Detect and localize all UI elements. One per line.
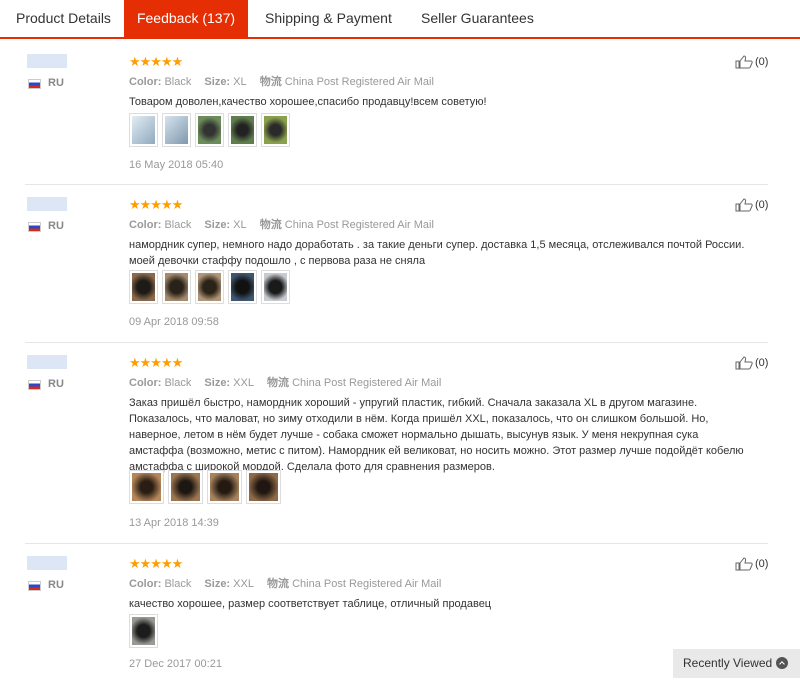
size-value: XL	[233, 76, 247, 88]
review-photos	[129, 470, 281, 504]
avatar	[27, 556, 67, 570]
avatar	[27, 197, 67, 211]
shipping-label: 物流	[267, 578, 290, 590]
tab-feedback[interactable]: Feedback (137)	[124, 0, 248, 37]
color-value: Black	[164, 377, 192, 389]
review-date: 13 Apr 2018 14:39	[129, 517, 219, 529]
review-meta: Color: Black Size: XXL 物流 China Post Reg…	[129, 374, 441, 390]
review-photo[interactable]	[261, 113, 290, 147]
like-count: (0)	[755, 357, 769, 369]
color-label: Color:	[129, 578, 162, 590]
avatar	[27, 54, 67, 68]
review-item: RU ★★★★★ Color: Black Size: XXL 物流 China…	[25, 343, 768, 544]
thumbs-up-icon	[735, 198, 753, 212]
review-item: RU ★★★★★ Color: Black Size: XL 物流 China …	[25, 42, 768, 185]
color-label: Color:	[129, 377, 162, 389]
russia-flag-icon	[28, 380, 41, 390]
color-value: Black	[164, 578, 192, 590]
review-photo[interactable]	[228, 270, 257, 304]
review-photo[interactable]	[162, 270, 191, 304]
shipping-value: China Post Registered Air Mail	[292, 377, 442, 389]
thumbs-up-icon	[735, 55, 753, 69]
tab-shipping-payment[interactable]: Shipping & Payment	[265, 0, 392, 37]
like-count: (0)	[755, 199, 769, 211]
shipping-value: China Post Registered Air Mail	[284, 219, 434, 231]
review-photo[interactable]	[129, 270, 158, 304]
review-photo[interactable]	[168, 470, 203, 504]
thumbs-up-icon	[735, 557, 753, 571]
shipping-value: China Post Registered Air Mail	[284, 76, 434, 88]
avatar	[27, 355, 67, 369]
thumbs-up-icon	[735, 356, 753, 370]
review-photo[interactable]	[129, 614, 158, 648]
russia-flag-icon	[28, 222, 41, 232]
review-photos	[129, 113, 290, 147]
recently-viewed-button[interactable]: Recently Viewed	[673, 649, 800, 678]
shipping-label: 物流	[259, 219, 282, 231]
review-photos	[129, 614, 158, 648]
review-item: RU ★★★★★ Color: Black Size: XL 物流 China …	[25, 185, 768, 343]
country-code: RU	[48, 579, 64, 591]
star-rating: ★★★★★	[129, 556, 183, 571]
shipping-label: 物流	[267, 377, 290, 389]
review-text: качество хорошее, размер соответствует т…	[129, 598, 492, 610]
review-photo[interactable]	[246, 470, 281, 504]
star-rating: ★★★★★	[129, 355, 183, 370]
review-photo[interactable]	[207, 470, 242, 504]
star-rating: ★★★★★	[129, 197, 183, 212]
review-date: 16 May 2018 05:40	[129, 159, 224, 171]
review-photo[interactable]	[195, 113, 224, 147]
review-photo[interactable]	[195, 270, 224, 304]
size-label: Size:	[204, 578, 231, 590]
size-label: Size:	[204, 76, 231, 88]
review-item: RU ★★★★★ Color: Black Size: XXL 物流 China…	[25, 544, 768, 694]
review-date: 27 Dec 2017 00:21	[129, 658, 222, 670]
review-meta: Color: Black Size: XL 物流 China Post Regi…	[129, 216, 434, 232]
shipping-value: China Post Registered Air Mail	[292, 578, 442, 590]
review-text: Заказ пришёл быстро, намордник хороший -…	[129, 397, 744, 473]
star-rating: ★★★★★	[129, 54, 183, 69]
review-date: 09 Apr 2018 09:58	[129, 316, 219, 328]
review-photo[interactable]	[162, 113, 191, 147]
country-code: RU	[48, 220, 64, 232]
size-value: XXL	[233, 578, 254, 590]
like-button[interactable]: (0)	[735, 198, 768, 212]
size-value: XXL	[233, 377, 254, 389]
size-value: XL	[233, 219, 247, 231]
color-value: Black	[164, 219, 192, 231]
like-button[interactable]: (0)	[735, 557, 768, 571]
color-value: Black	[164, 76, 192, 88]
size-label: Size:	[204, 219, 231, 231]
shipping-label: 物流	[259, 76, 282, 88]
review-meta: Color: Black Size: XXL 物流 China Post Reg…	[129, 575, 441, 591]
country-code: RU	[48, 77, 64, 89]
tab-bar: Product Details Feedback (137) Shipping …	[0, 0, 800, 39]
color-label: Color:	[129, 76, 162, 88]
review-photo[interactable]	[261, 270, 290, 304]
like-button[interactable]: (0)	[735, 55, 768, 69]
review-photos	[129, 270, 290, 304]
russia-flag-icon	[28, 581, 41, 591]
review-photo[interactable]	[228, 113, 257, 147]
review-meta: Color: Black Size: XL 物流 China Post Regi…	[129, 73, 434, 89]
like-button[interactable]: (0)	[735, 356, 768, 370]
color-label: Color:	[129, 219, 162, 231]
like-count: (0)	[755, 558, 769, 570]
like-count: (0)	[755, 56, 769, 68]
review-photo[interactable]	[129, 113, 158, 147]
review-text: Товаром доволен,качество хорошее,спасибо…	[129, 96, 487, 108]
review-photo[interactable]	[129, 470, 164, 504]
recently-viewed-label: Recently Viewed	[683, 656, 773, 670]
tab-product-details[interactable]: Product Details	[16, 0, 111, 37]
review-text: намордник супер, немного надо доработать…	[129, 239, 745, 267]
tab-seller-guarantees[interactable]: Seller Guarantees	[421, 0, 534, 37]
size-label: Size:	[204, 377, 231, 389]
chevron-up-icon	[776, 657, 788, 669]
russia-flag-icon	[28, 79, 41, 89]
country-code: RU	[48, 378, 64, 390]
